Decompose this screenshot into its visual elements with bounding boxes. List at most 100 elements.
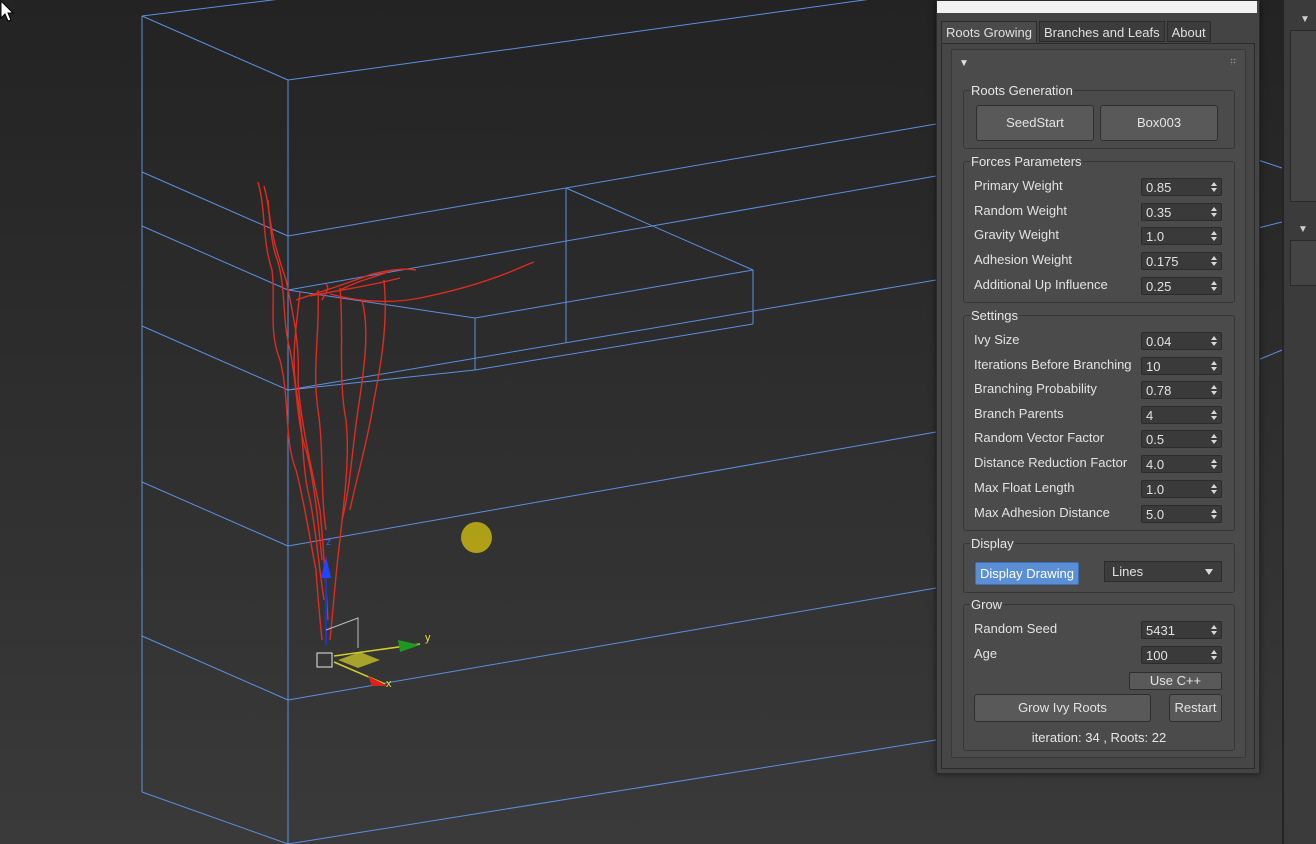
- random-weight-spinner[interactable]: 0.35: [1141, 203, 1222, 221]
- random-vector-factor-label: Random Vector Factor: [974, 430, 1105, 445]
- additional-up-influence-spinner[interactable]: 0.25: [1141, 277, 1222, 295]
- rollout-grip-icon[interactable]: [1230, 58, 1237, 65]
- seed-start-button[interactable]: SeedStart: [976, 105, 1094, 141]
- group-title: Forces Parameters: [970, 154, 1083, 169]
- spinner-value[interactable]: 5431: [1146, 623, 1175, 638]
- random-seed-spinner[interactable]: 5431: [1141, 621, 1222, 639]
- grow-ivy-roots-button[interactable]: Grow Ivy Roots: [974, 694, 1151, 722]
- random-vector-factor-spinner[interactable]: 0.5: [1141, 430, 1222, 448]
- adhesion-weight-spinner[interactable]: 0.175: [1141, 252, 1222, 270]
- spinner-value[interactable]: 0.35: [1146, 205, 1171, 220]
- spinner-arrows-icon[interactable]: [1211, 229, 1217, 243]
- group-forces-parameters: Forces Parameters Primary Weight 0.85 Ra…: [963, 154, 1235, 303]
- rollout-collapse-icon[interactable]: ▼: [959, 58, 969, 69]
- gravity-weight-spinner[interactable]: 1.0: [1141, 227, 1222, 245]
- spinner-arrows-icon[interactable]: [1211, 383, 1217, 397]
- tab-content: ▼ Roots Generation SeedStart Box003 Forc…: [941, 43, 1255, 769]
- dropdown-value: Lines: [1112, 564, 1144, 579]
- spinner-value[interactable]: 0.04: [1146, 334, 1171, 349]
- restart-button[interactable]: Restart: [1169, 694, 1222, 722]
- spinner-value[interactable]: 4.0: [1146, 457, 1164, 472]
- spinner-arrows-icon[interactable]: [1211, 482, 1217, 496]
- spinner-arrows-icon[interactable]: [1211, 279, 1217, 293]
- age-spinner[interactable]: 100: [1141, 646, 1222, 664]
- group-settings: Settings Ivy Size 0.04 Iterations Before…: [963, 308, 1235, 531]
- gravity-weight-label: Gravity Weight: [974, 227, 1060, 242]
- spinner-value[interactable]: 4: [1146, 408, 1153, 423]
- spinner-arrows-icon[interactable]: [1211, 254, 1217, 268]
- group-roots-generation: Roots Generation SeedStart Box003: [963, 83, 1235, 149]
- spinner-value[interactable]: 0.78: [1146, 383, 1171, 398]
- branch-parents-label: Branch Parents: [974, 406, 1064, 421]
- group-display: Display Display Drawing Lines: [963, 536, 1235, 593]
- distance-reduction-factor-spinner[interactable]: 4.0: [1141, 455, 1222, 473]
- tab-about[interactable]: About: [1166, 21, 1211, 42]
- group-title: Settings: [970, 308, 1019, 323]
- rollout-edge: [1290, 30, 1316, 202]
- target-object-button[interactable]: Box003: [1100, 105, 1218, 141]
- adhesion-weight-label: Adhesion Weight: [974, 252, 1073, 267]
- spinner-arrows-icon[interactable]: [1211, 507, 1217, 521]
- max-adhesion-distance-label: Max Adhesion Distance: [974, 505, 1110, 520]
- spinner-value[interactable]: 0.25: [1146, 279, 1171, 294]
- ivy-generator-dialog: Roots Growing Branches and Leafs About ▼…: [936, 0, 1260, 774]
- spinner-value[interactable]: 0.85: [1146, 180, 1171, 195]
- spinner-arrows-icon[interactable]: [1211, 623, 1217, 637]
- collapse-triangle-icon[interactable]: ▼: [1298, 224, 1308, 235]
- collapse-triangle-icon[interactable]: ▼: [1300, 14, 1310, 25]
- primary-weight-label: Primary Weight: [974, 178, 1063, 193]
- spinner-value[interactable]: 10: [1146, 359, 1160, 374]
- branching-probability-spinner[interactable]: 0.78: [1141, 381, 1222, 399]
- cursor-highlight: [461, 522, 492, 553]
- max-float-length-label: Max Float Length: [974, 480, 1075, 495]
- branch-parents-spinner[interactable]: 4: [1141, 406, 1222, 424]
- spinner-value[interactable]: 1.0: [1146, 229, 1164, 244]
- group-title: Roots Generation: [970, 83, 1074, 98]
- iterations-before-branching-spinner[interactable]: 10: [1141, 357, 1222, 375]
- display-mode-dropdown[interactable]: Lines: [1104, 561, 1222, 582]
- age-label: Age: [974, 646, 998, 661]
- spinner-value[interactable]: 1.0: [1146, 482, 1164, 497]
- spinner-value[interactable]: 5.0: [1146, 507, 1164, 522]
- primary-weight-spinner[interactable]: 0.85: [1141, 178, 1222, 196]
- spinner-arrows-icon[interactable]: [1211, 648, 1217, 662]
- ivy-roots: [257, 181, 535, 641]
- max-adhesion-distance-spinner[interactable]: 5.0: [1141, 505, 1222, 523]
- spinner-value[interactable]: 0.5: [1146, 432, 1164, 447]
- random-weight-label: Random Weight: [974, 203, 1067, 218]
- group-grow: Grow Random Seed 5431 Age 100 Use C++ Gr…: [963, 597, 1235, 751]
- max-float-length-spinner[interactable]: 1.0: [1141, 480, 1222, 498]
- command-panel-strip: ▼ ▼: [1282, 0, 1316, 844]
- gizmo-x-label: x: [386, 678, 392, 690]
- chevron-down-icon: [1205, 569, 1213, 575]
- rollout-panel: ▼ Roots Generation SeedStart Box003 Forc…: [951, 49, 1246, 758]
- group-title: Display: [970, 536, 1015, 551]
- spinner-value[interactable]: 0.175: [1146, 254, 1179, 269]
- spinner-arrows-icon[interactable]: [1211, 334, 1217, 348]
- rollout-edge: [1290, 240, 1316, 286]
- use-cpp-button[interactable]: Use C++: [1129, 672, 1222, 690]
- tab-bar: Roots Growing Branches and Leafs About: [941, 21, 1213, 43]
- distance-reduction-factor-label: Distance Reduction Factor: [974, 455, 1128, 470]
- spinner-arrows-icon[interactable]: [1211, 180, 1217, 194]
- gizmo-z-label: z: [326, 537, 331, 548]
- spinner-arrows-icon[interactable]: [1211, 457, 1217, 471]
- dialog-titlebar[interactable]: [937, 1, 1257, 13]
- spinner-value[interactable]: 100: [1146, 648, 1168, 663]
- branching-probability-label: Branching Probability: [974, 381, 1097, 396]
- iterations-before-branching-label: Iterations Before Branching: [974, 357, 1132, 372]
- ivy-size-spinner[interactable]: 0.04: [1141, 332, 1222, 350]
- additional-up-influence-label: Additional Up Influence: [974, 277, 1108, 292]
- display-drawing-toggle[interactable]: Display Drawing: [975, 562, 1079, 585]
- tab-branches-and-leafs[interactable]: Branches and Leafs: [1038, 21, 1165, 42]
- spinner-arrows-icon[interactable]: [1211, 205, 1217, 219]
- random-seed-label: Random Seed: [974, 621, 1058, 636]
- spinner-arrows-icon[interactable]: [1211, 432, 1217, 446]
- status-text: iteration: 34 , Roots: 22: [1031, 730, 1167, 745]
- ivy-size-label: Ivy Size: [974, 332, 1020, 347]
- tab-roots-growing[interactable]: Roots Growing: [941, 21, 1037, 43]
- spinner-arrows-icon[interactable]: [1211, 359, 1217, 373]
- mouse-cursor-icon: [0, 0, 14, 22]
- gizmo-y-label: y: [425, 632, 431, 644]
- spinner-arrows-icon[interactable]: [1211, 408, 1217, 422]
